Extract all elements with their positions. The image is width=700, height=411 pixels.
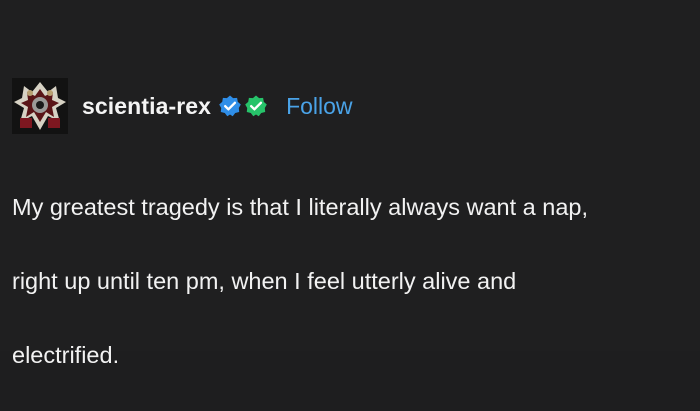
post-body-line: electrified. — [12, 342, 120, 368]
avatar[interactable] — [12, 78, 68, 134]
follow-button[interactable]: Follow — [286, 93, 352, 120]
post-body-line: My greatest tragedy is that I literally … — [12, 194, 589, 220]
verification-badges — [218, 94, 270, 118]
avatar-image-icon — [12, 78, 68, 134]
blue-verified-badge-icon — [219, 95, 241, 117]
green-verified-badge-icon — [245, 95, 267, 117]
post-header: scientia-rex Follow — [12, 78, 353, 134]
post-body-line: right up until ten pm, when I feel utter… — [12, 268, 517, 294]
post-card: scientia-rex Follow My greatest tragedy … — [0, 0, 700, 368]
username[interactable]: scientia-rex — [82, 93, 211, 120]
post-body: My greatest tragedy is that I literally … — [12, 152, 696, 411]
